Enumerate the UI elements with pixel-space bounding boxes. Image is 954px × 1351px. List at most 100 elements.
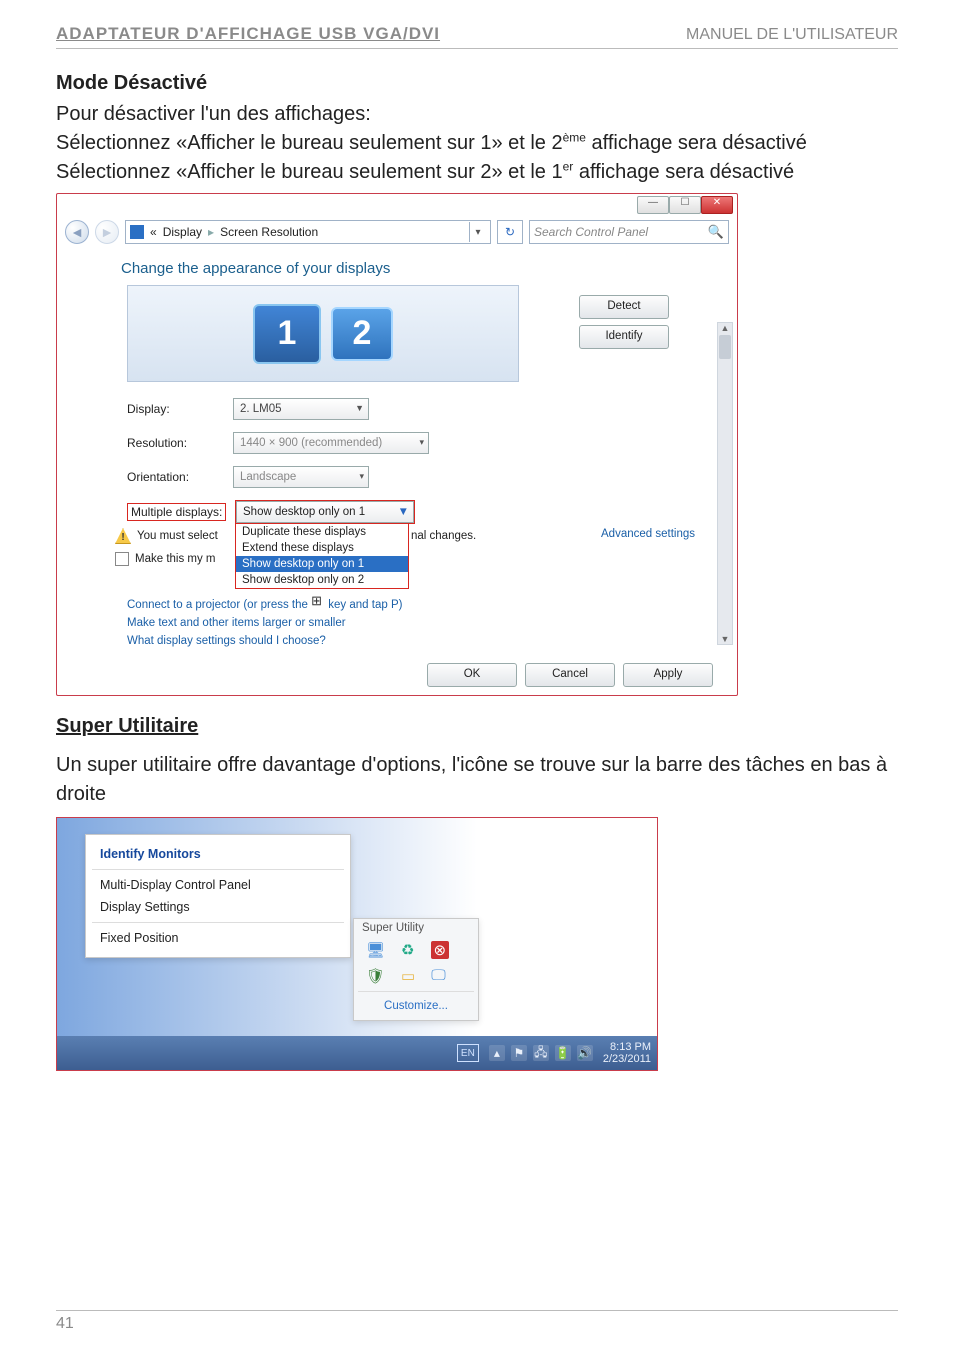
orientation-row: Orientation: Landscape ▾: [127, 466, 713, 488]
tray-network-icon[interactable]: 🖧: [533, 1045, 549, 1061]
menu-multi-display-cp[interactable]: Multi-Display Control Panel: [86, 874, 350, 896]
connect-projector-b: key and tap P): [325, 599, 402, 611]
tray-volume-icon[interactable]: 🔊: [577, 1045, 593, 1061]
scroll-thumb[interactable]: [719, 335, 731, 359]
search-placeholder: Search Control Panel: [534, 225, 648, 239]
monitor-2[interactable]: 2: [331, 307, 393, 361]
ok-button[interactable]: OK: [427, 663, 517, 687]
advanced-settings-link[interactable]: Advanced settings: [601, 528, 695, 540]
windows-taskbar: EN ▴ ⚑ 🖧 🔋 🔊 8:13 PM 2/23/2011: [57, 1036, 657, 1070]
tray-display-icon[interactable]: ▭: [401, 967, 415, 985]
resolution-select[interactable]: 1440 × 900 (recommended) ▾: [233, 432, 429, 454]
menu-sep-2: [92, 922, 344, 923]
resolution-label: Resolution:: [127, 436, 215, 450]
connect-projector-link[interactable]: Connect to a projector (or press the key…: [127, 596, 713, 611]
tray-customize-link[interactable]: Customize...: [354, 994, 478, 1020]
dropdown-opt-duplicate[interactable]: Duplicate these displays: [236, 524, 408, 540]
maximize-button[interactable]: ☐: [669, 196, 701, 214]
windows-key-icon: [311, 596, 325, 608]
apply-button[interactable]: Apply: [623, 663, 713, 687]
lang-indicator[interactable]: EN: [457, 1044, 479, 1062]
mode-intro: Pour désactiver l'un des affichages:: [56, 100, 898, 129]
dialog-button-row: OK Cancel Apply: [57, 653, 737, 695]
display-arrangement-area: 1 2 Detect Identify: [127, 285, 713, 382]
forward-button[interactable]: ►: [95, 220, 119, 244]
display-row: Display: 2. LM05 ▼: [127, 398, 713, 420]
multiple-displays-select[interactable]: Show desktop only on 1 ▼: [236, 501, 414, 523]
address-bar-row: ◄ ► « Display ▸ Screen Resolution ▾ ↻ Se…: [57, 216, 737, 252]
window-title-buttons: — ☐ ✕: [57, 194, 737, 216]
menu-fixed-position[interactable]: Fixed Position: [86, 927, 350, 949]
monitor-1[interactable]: 1: [253, 304, 321, 364]
scroll-down[interactable]: ▼: [718, 632, 732, 646]
multiple-displays-dropdown[interactable]: Duplicate these displays Extend these di…: [235, 523, 409, 589]
make-main-row[interactable]: Make this my m: [115, 552, 218, 566]
orientation-select[interactable]: Landscape ▾: [233, 466, 369, 488]
make-main-checkbox[interactable]: [115, 552, 129, 566]
menu-display-settings[interactable]: Display Settings: [86, 896, 350, 918]
tray-popup-sep: [358, 991, 474, 992]
cancel-button[interactable]: Cancel: [525, 663, 615, 687]
header-title-left: ADAPTATEUR D'AFFICHAGE USB VGA/DVI: [56, 24, 440, 44]
multiple-displays-row: Multiple displays: Show desktop only on …: [127, 500, 713, 524]
dropdown-opt-extend[interactable]: Extend these displays: [236, 540, 408, 556]
make-text-larger-link[interactable]: Make text and other items larger or smal…: [127, 617, 713, 629]
display-select-value: 2. LM05: [240, 403, 282, 415]
mode-heading: Mode Désactivé: [56, 69, 898, 98]
page-footer: 41: [56, 1310, 898, 1333]
header-title-right: MANUEL DE L'UTILISATEUR: [686, 26, 898, 44]
identify-button[interactable]: Identify: [579, 325, 669, 349]
tray-flag-icon[interactable]: ⚑: [511, 1045, 527, 1061]
tray-screenshot: Identify Monitors Multi-Display Control …: [56, 817, 658, 1071]
super-utility-menu: Identify Monitors Multi-Display Control …: [85, 834, 351, 958]
back-button[interactable]: ◄: [65, 220, 89, 244]
warning-icon: !: [115, 528, 131, 544]
taskbar-clock[interactable]: 8:13 PM 2/23/2011: [603, 1041, 651, 1065]
breadcrumb-bar[interactable]: « Display ▸ Screen Resolution ▾: [125, 220, 491, 244]
chevron-down-icon: ▾: [419, 437, 424, 448]
refresh-button[interactable]: ↻: [497, 220, 523, 244]
breadcrumb-page[interactable]: Screen Resolution: [220, 225, 318, 239]
vertical-scrollbar[interactable]: ▲ ▼: [717, 322, 733, 645]
tray-overflow-icon[interactable]: ▴: [489, 1045, 505, 1061]
what-settings-link[interactable]: What display settings should I choose?: [127, 635, 713, 647]
mode-line-2: Sélectionnez «Afficher le bureau seuleme…: [56, 158, 898, 187]
breadcrumb-sep: ▸: [208, 225, 214, 239]
tray-refresh-icon[interactable]: ♻: [401, 941, 414, 959]
multiple-displays-value: Show desktop only on 1: [243, 506, 365, 518]
detect-identify-buttons: Detect Identify: [579, 295, 669, 349]
dropdown-opt-show1[interactable]: Show desktop only on 1: [236, 556, 408, 572]
chevron-down-icon: ▼: [398, 506, 409, 518]
search-control-panel[interactable]: Search Control Panel 🔍: [529, 220, 729, 244]
mode-line-1: Sélectionnez «Afficher le bureau seuleme…: [56, 129, 898, 158]
mode-line-2-sup: er: [563, 159, 574, 173]
display-preview[interactable]: 1 2: [127, 285, 519, 382]
display-label: Display:: [127, 402, 215, 416]
mode-line-1b: affichage sera désactivé: [586, 132, 807, 154]
orientation-label: Orientation:: [127, 470, 215, 484]
mode-section: Mode Désactivé Pour désactiver l'un des …: [56, 69, 898, 187]
page-header: ADAPTATEUR D'AFFICHAGE USB VGA/DVI MANUE…: [56, 24, 898, 49]
breadcrumb-icon: [130, 225, 144, 239]
detect-button[interactable]: Detect: [579, 295, 669, 319]
breadcrumb-display[interactable]: Display: [163, 225, 202, 239]
minimize-button[interactable]: —: [637, 196, 669, 214]
tray-monitor-icon[interactable]: 🖥: [366, 941, 385, 959]
tray-shield-icon[interactable]: 🛡: [366, 967, 385, 985]
tray-power-icon[interactable]: 🔋: [555, 1045, 571, 1061]
display-select[interactable]: 2. LM05 ▼: [233, 398, 369, 420]
menu-identify-monitors[interactable]: Identify Monitors: [86, 843, 350, 865]
tray-screen-icon[interactable]: 🖵: [431, 967, 445, 985]
taskbar-time: 8:13 PM: [603, 1041, 651, 1053]
multiple-displays-select-wrap: Show desktop only on 1 ▼: [235, 500, 415, 524]
scroll-up[interactable]: ▲: [718, 321, 732, 335]
mode-line-2b: affichage sera désactivé: [573, 161, 794, 183]
dropdown-opt-show2[interactable]: Show desktop only on 2: [236, 572, 408, 588]
tray-popup-row1: 🖥 ♻ ⊗: [354, 937, 478, 963]
tray-close-icon[interactable]: ⊗: [431, 941, 450, 959]
breadcrumb-dropdown[interactable]: ▾: [469, 222, 486, 242]
orientation-select-value: Landscape: [240, 471, 296, 483]
close-button[interactable]: ✕: [701, 196, 733, 214]
taskbar-date: 2/23/2011: [603, 1053, 651, 1065]
util-section: Super Utilitaire Un super utilitaire off…: [56, 712, 898, 809]
